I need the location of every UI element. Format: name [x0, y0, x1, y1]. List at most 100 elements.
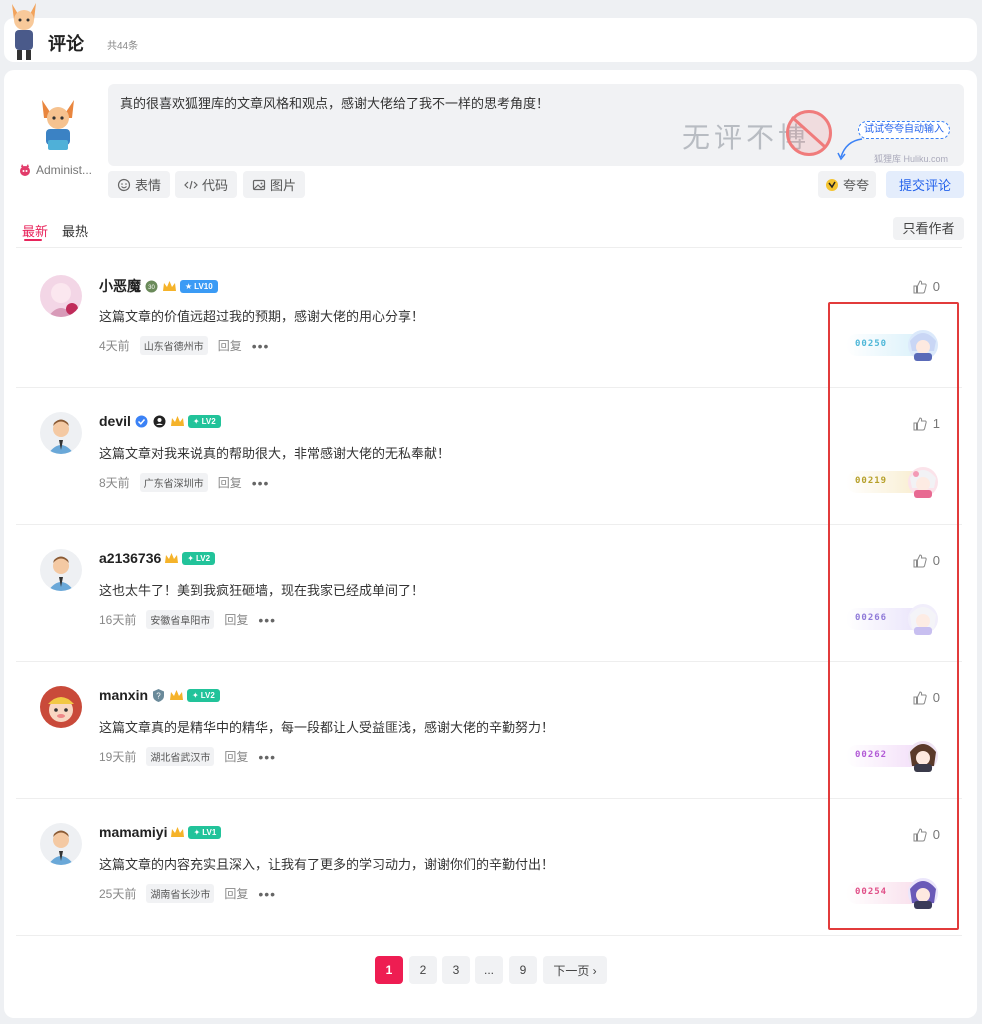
user-avatar[interactable]	[40, 412, 82, 454]
like-count: 0	[932, 553, 940, 568]
page-2-button[interactable]: 2	[409, 956, 437, 984]
level-badge: ✦ LV2	[187, 688, 220, 702]
fan-badge: 00254	[842, 875, 944, 909]
active-tab-indicator	[24, 239, 42, 241]
comment-time: 25天前	[99, 887, 137, 901]
code-button-label: 代码	[201, 178, 228, 193]
comment-text: 这篇文章真的是精华中的精华，每一段都让人受益匪浅，感谢大佬的辛勤努力！	[99, 720, 555, 735]
thumbs-up-icon	[913, 690, 927, 704]
badge-number: 00262	[855, 750, 888, 760]
try-kua-hint[interactable]: 试试夸夸自动输入	[858, 121, 950, 139]
crown-icon	[165, 552, 179, 563]
like-count: 0	[932, 827, 940, 842]
fox-mascot-icon	[12, 3, 36, 60]
reply-button[interactable]: 回复	[218, 337, 242, 354]
location-tag: 广东省深圳市	[139, 473, 208, 492]
divider	[16, 247, 962, 248]
admin-name[interactable]: Administ...	[18, 163, 92, 177]
like-button[interactable]: 0	[913, 279, 940, 294]
thumbs-up-icon	[913, 279, 927, 293]
like-button[interactable]: 0	[913, 827, 940, 842]
level-label: LV2	[196, 553, 211, 563]
comment-count: 共44条	[107, 41, 139, 52]
more-icon[interactable]: •••	[252, 475, 270, 491]
username[interactable]: devil	[99, 413, 131, 429]
comment-text: 这篇文章的内容充实且深入，让我有了更多的学习动力，谢谢你们的辛勤付出！	[99, 857, 555, 872]
reply-button[interactable]: 回复	[224, 885, 248, 902]
reply-button[interactable]: 回复	[224, 611, 248, 628]
emoji-button[interactable]: 表情	[108, 171, 170, 198]
anime-chibi-icon	[908, 741, 938, 772]
submit-comment-button[interactable]: 提交评论	[886, 171, 964, 198]
comment-time: 16天前	[99, 613, 137, 627]
comment-item: a2136736 ✦ LV2 这也太牛了！美到我疯狂砸墙，现在我家已经成单间了！…	[16, 525, 962, 662]
user-avatar[interactable]	[40, 275, 82, 317]
reply-button[interactable]: 回复	[224, 748, 248, 765]
image-button-label: 图片	[269, 178, 296, 193]
comment-text: 这也太牛了！美到我疯狂砸墙，现在我家已经成单间了！	[99, 583, 425, 598]
crown-icon	[170, 689, 184, 700]
tab-newest[interactable]: 最新	[22, 221, 48, 240]
username[interactable]: manxin	[99, 687, 148, 703]
fan-badge: 00266	[842, 601, 944, 635]
crown-icon	[170, 415, 184, 426]
user-shield-icon	[153, 415, 166, 427]
next-page-button[interactable]: 下一页 ›	[543, 956, 607, 984]
kua-button-label: 夸夸	[842, 178, 869, 193]
page-3-button[interactable]: 3	[442, 956, 470, 984]
thumbs-up-icon	[913, 553, 927, 567]
level-badge: ✦ LV2	[187, 414, 221, 428]
username[interactable]: mamamiyi	[99, 824, 167, 840]
reply-button[interactable]: 回复	[218, 474, 242, 491]
curved-arrow-icon	[837, 138, 863, 161]
question-shield-icon: ?	[153, 688, 165, 702]
like-count: 1	[932, 416, 940, 431]
comment-text: 这篇文章的价值远超过我的预期，感谢大佬的用心分享！	[99, 309, 425, 324]
admin-name-label: Administ...	[36, 163, 93, 177]
comment-draft-text: 真的很喜欢狐狸库的文章风格和观点，感谢大佬给了我不一样的思考角度！	[120, 96, 550, 111]
svg-text:?: ?	[156, 691, 161, 700]
more-icon[interactable]: •••	[258, 612, 276, 628]
location-tag: 山东省德州市	[139, 336, 208, 355]
fan-badge: 00250	[842, 327, 944, 361]
user-avatar[interactable]	[40, 549, 82, 591]
page-1-button[interactable]: 1	[375, 956, 403, 984]
code-icon	[184, 180, 198, 189]
username[interactable]: a2136736	[99, 550, 161, 566]
kua-button[interactable]: 夸夸	[818, 171, 876, 198]
image-button[interactable]: 图片	[243, 171, 305, 198]
more-icon[interactable]: •••	[258, 749, 276, 765]
level-medal-icon: 30	[145, 280, 158, 292]
user-avatar[interactable]	[40, 686, 82, 728]
badge-number: 00219	[855, 476, 888, 486]
like-button[interactable]: 0	[913, 690, 940, 705]
fan-badge: 00262	[842, 738, 944, 772]
comment-item: manxin ? ✦ LV2 这篇文章真的是精华中的精华，每一段都让人受益匪浅，…	[16, 662, 962, 799]
level-label: LV2	[200, 690, 215, 700]
crown-icon	[171, 826, 185, 837]
like-count: 0	[932, 279, 940, 294]
like-button[interactable]: 1	[913, 416, 940, 431]
devil-avatar-icon	[20, 164, 30, 176]
emoji-button-label: 表情	[134, 178, 161, 193]
anime-chibi-icon	[908, 878, 938, 909]
comment-time: 4天前	[99, 339, 130, 353]
page-9-button[interactable]: 9	[509, 956, 537, 984]
like-count: 0	[932, 690, 940, 705]
clap-emoji-icon	[825, 178, 838, 191]
level-label: LV10	[194, 281, 213, 291]
fan-badge: 00219	[842, 464, 944, 498]
anime-chibi-icon	[908, 604, 938, 635]
location-tag: 安徽省阜阳市	[146, 610, 215, 629]
more-icon[interactable]: •••	[252, 338, 270, 354]
more-icon[interactable]: •••	[258, 886, 276, 902]
level-badge: ★ LV10	[180, 279, 218, 293]
tab-hottest[interactable]: 最热	[62, 221, 88, 240]
level-label: LV1	[202, 827, 217, 837]
page-ellipsis: ...	[475, 956, 503, 984]
code-button[interactable]: 代码	[175, 171, 237, 198]
username[interactable]: 小恶魔	[99, 276, 141, 296]
like-button[interactable]: 0	[913, 553, 940, 568]
user-avatar[interactable]	[40, 823, 82, 865]
only-author-button[interactable]: 只看作者	[893, 217, 964, 240]
